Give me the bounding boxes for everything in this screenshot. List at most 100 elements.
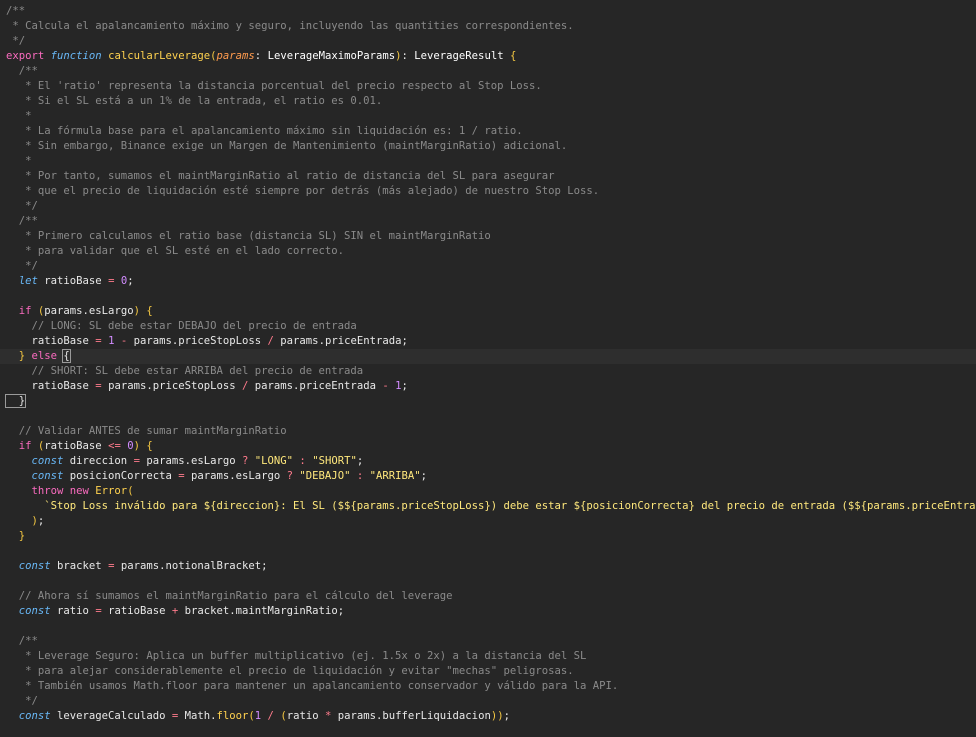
code-line[interactable]: ratioBase = params.priceStopLoss / param… bbox=[0, 379, 976, 394]
code-token: / bbox=[267, 335, 281, 347]
code-line[interactable]: export function calcularLeverage(params:… bbox=[0, 49, 976, 64]
code-token: = bbox=[108, 560, 121, 572]
code-token: ? bbox=[286, 470, 300, 482]
code-line[interactable]: * También usamos Math.floor para mantene… bbox=[0, 679, 976, 694]
code-line[interactable]: `Stop Loss inválido para ${direccion}: E… bbox=[0, 499, 976, 514]
code-line[interactable]: // Ahora sí sumamos el maintMarginRatio … bbox=[0, 589, 976, 604]
code-line[interactable]: /** bbox=[0, 214, 976, 229]
code-token: // Ahora sí sumamos el maintMarginRatio … bbox=[6, 590, 453, 602]
code-token: ( bbox=[127, 485, 134, 497]
code-token: * bbox=[6, 110, 32, 122]
code-line[interactable]: * para validar que el SL esté en el lado… bbox=[0, 244, 976, 259]
code-token: direccion bbox=[69, 455, 134, 467]
code-line[interactable]: // SHORT: SL debe estar ARRIBA del preci… bbox=[0, 364, 976, 379]
code-line[interactable]: * que el precio de liquidación esté siem… bbox=[0, 184, 976, 199]
code-token: "LONG" bbox=[254, 455, 300, 467]
code-token: params.notionalBracket; bbox=[120, 560, 268, 572]
code-line[interactable]: */ bbox=[0, 694, 976, 709]
code-line[interactable] bbox=[0, 574, 976, 589]
code-token: { bbox=[509, 50, 517, 62]
code-token: / bbox=[267, 710, 281, 722]
code-line[interactable]: if (ratioBase <= 0) { bbox=[0, 439, 976, 454]
code-token: * para validar que el SL esté en el lado… bbox=[6, 245, 345, 257]
code-token: params.priceEntrada; bbox=[280, 335, 408, 347]
code-line[interactable]: * La fórmula base para el apalancamiento… bbox=[0, 124, 976, 139]
code-token: calcularLeverage bbox=[108, 50, 211, 62]
code-line[interactable]: const direccion = params.esLargo ? "LONG… bbox=[0, 454, 976, 469]
code-token: )) bbox=[490, 710, 504, 722]
code-line[interactable] bbox=[0, 409, 976, 424]
code-token: * Sin embargo, Binance exige un Margen d… bbox=[6, 140, 568, 152]
code-token: */ bbox=[6, 695, 38, 707]
code-token: ; bbox=[401, 380, 408, 392]
code-line[interactable]: // LONG: SL debe estar DEBAJO del precio… bbox=[0, 319, 976, 334]
code-line[interactable]: * Primero calculamos el ratio base (dist… bbox=[0, 229, 976, 244]
code-line[interactable]: /** bbox=[0, 64, 976, 79]
code-token: `Stop Loss inválido para ${direccion}: E… bbox=[6, 500, 976, 512]
code-token: const bbox=[6, 605, 58, 617]
code-token: / bbox=[242, 380, 255, 392]
code-line[interactable]: */ bbox=[0, 199, 976, 214]
code-token: Error bbox=[95, 485, 128, 497]
code-token: /** bbox=[6, 215, 38, 227]
code-token: : bbox=[401, 50, 415, 62]
code-token: params.priceStopLoss bbox=[108, 380, 242, 392]
code-line[interactable]: */ bbox=[0, 34, 976, 49]
code-token: /** bbox=[6, 5, 26, 17]
code-line[interactable]: if (params.esLargo) { bbox=[0, 304, 976, 319]
code-line[interactable]: let ratioBase = 0; bbox=[0, 274, 976, 289]
code-token: } bbox=[6, 350, 26, 362]
code-token: : bbox=[356, 470, 370, 482]
code-line[interactable]: */ bbox=[0, 259, 976, 274]
code-line[interactable]: const leverageCalculado = Math.floor(1 /… bbox=[0, 709, 976, 724]
code-token: posicionCorrecta bbox=[69, 470, 179, 482]
code-line[interactable]: * bbox=[0, 109, 976, 124]
code-line[interactable]: const ratio = ratioBase + bracket.maintM… bbox=[0, 604, 976, 619]
code-token: params.esLargo bbox=[44, 305, 134, 317]
code-token: ; bbox=[503, 710, 510, 722]
code-line[interactable]: /** bbox=[0, 634, 976, 649]
code-line[interactable]: * Por tanto, sumamos el maintMarginRatio… bbox=[0, 169, 976, 184]
code-line[interactable]: ); bbox=[0, 514, 976, 529]
code-line[interactable]: * bbox=[0, 154, 976, 169]
code-token: - bbox=[120, 335, 134, 347]
code-token: const bbox=[6, 455, 70, 467]
code-line[interactable] bbox=[0, 619, 976, 634]
code-token: /** bbox=[6, 65, 38, 77]
code-line[interactable]: * Calcula el apalancamiento máximo y seg… bbox=[0, 19, 976, 34]
code-line[interactable]: * Si el SL está a un 1% de la entrada, e… bbox=[0, 94, 976, 109]
code-line[interactable]: * Sin embargo, Binance exige un Margen d… bbox=[0, 139, 976, 154]
code-token: ratioBase bbox=[6, 335, 96, 347]
code-token: * Calcula el apalancamiento máximo y seg… bbox=[6, 20, 574, 32]
code-token: // Validar ANTES de sumar maintMarginRat… bbox=[6, 425, 287, 437]
code-token: = bbox=[95, 335, 109, 347]
code-line[interactable]: } else { bbox=[0, 349, 976, 364]
code-editor[interactable]: /** * Calcula el apalancamiento máximo y… bbox=[0, 0, 976, 737]
code-token: let bbox=[6, 275, 45, 287]
code-token: "SHORT" bbox=[312, 455, 357, 467]
code-token: "DEBAJO" bbox=[299, 470, 357, 482]
code-token: 1 bbox=[254, 710, 268, 722]
code-line[interactable]: // Validar ANTES de sumar maintMarginRat… bbox=[0, 424, 976, 439]
code-token: } bbox=[6, 530, 26, 542]
code-token: const bbox=[6, 470, 70, 482]
code-line[interactable]: throw new Error( bbox=[0, 484, 976, 499]
code-token: */ bbox=[6, 260, 38, 272]
code-token: * bbox=[6, 155, 32, 167]
code-line[interactable]: const posicionCorrecta = params.esLargo … bbox=[0, 469, 976, 484]
code-token: * Por tanto, sumamos el maintMarginRatio… bbox=[6, 170, 555, 182]
code-line[interactable]: /** bbox=[0, 4, 976, 19]
code-line[interactable]: * El 'ratio' representa la distancia por… bbox=[0, 79, 976, 94]
code-line[interactable] bbox=[0, 544, 976, 559]
code-line[interactable]: * para alejar considerablemente el preci… bbox=[0, 664, 976, 679]
code-token: * para alejar considerablemente el preci… bbox=[6, 665, 574, 677]
code-line[interactable]: * Leverage Seguro: Aplica un buffer mult… bbox=[0, 649, 976, 664]
code-line[interactable]: ratioBase = 1 - params.priceStopLoss / p… bbox=[0, 334, 976, 349]
code-line[interactable]: } bbox=[0, 394, 976, 409]
code-token: if bbox=[6, 440, 38, 452]
code-line[interactable]: const bracket = params.notionalBracket; bbox=[0, 559, 976, 574]
code-token: new bbox=[69, 485, 96, 497]
code-line[interactable]: } bbox=[0, 529, 976, 544]
code-line[interactable] bbox=[0, 289, 976, 304]
code-token: /** bbox=[6, 635, 38, 647]
